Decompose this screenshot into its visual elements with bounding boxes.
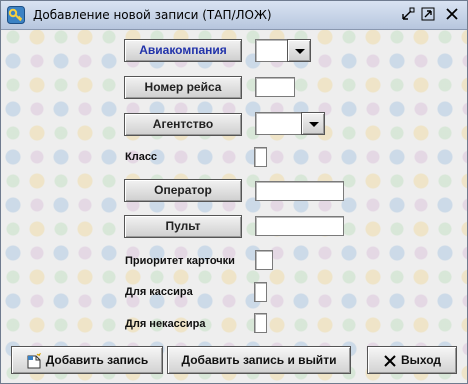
airline-dropdown-button[interactable] bbox=[287, 39, 311, 62]
desk-input[interactable] bbox=[255, 216, 344, 236]
for-non-cashier-label: Для некассира bbox=[125, 318, 206, 330]
key-icon bbox=[7, 6, 25, 24]
maximize-icon[interactable] bbox=[421, 7, 435, 21]
class-input[interactable] bbox=[254, 147, 267, 167]
flight-number-input[interactable] bbox=[255, 77, 295, 97]
operator-button[interactable]: Оператор bbox=[124, 179, 242, 202]
close-icon[interactable] bbox=[445, 7, 459, 21]
for-cashier-label: Для кассира bbox=[125, 286, 193, 298]
minimize-icon[interactable] bbox=[401, 7, 415, 21]
title-bar[interactable]: Добавление новой записи (ТАП/ЛОЖ) bbox=[1, 1, 467, 30]
x-icon bbox=[384, 355, 396, 367]
airline-combo-input[interactable] bbox=[255, 39, 289, 62]
desk-button[interactable]: Пульт bbox=[124, 215, 242, 238]
for-cashier-input[interactable] bbox=[254, 282, 267, 302]
add-record-button[interactable]: Добавить запись bbox=[11, 346, 163, 374]
dialog-window: Добавление новой записи (ТАП/ЛОЖ) Авиако… bbox=[0, 0, 468, 384]
agency-button[interactable]: Агентство bbox=[124, 113, 242, 136]
flight-number-button[interactable]: Номер рейса bbox=[124, 76, 242, 99]
class-label: Класс bbox=[125, 151, 158, 163]
for-non-cashier-input[interactable] bbox=[254, 313, 267, 333]
agency-combo-input[interactable] bbox=[255, 112, 303, 135]
exit-button[interactable]: Выход bbox=[367, 346, 457, 374]
card-priority-input[interactable] bbox=[255, 250, 273, 270]
new-document-icon bbox=[27, 352, 41, 369]
airline-button[interactable]: Авиакомпания bbox=[124, 39, 242, 62]
card-priority-label: Приоритет карточки bbox=[125, 255, 235, 267]
operator-input[interactable] bbox=[255, 181, 344, 201]
add-record-and-exit-label: Добавить запись и выйти bbox=[181, 353, 337, 367]
window-title: Добавление новой записи (ТАП/ЛОЖ) bbox=[33, 8, 272, 22]
add-record-and-exit-button[interactable]: Добавить запись и выйти bbox=[167, 346, 351, 374]
agency-dropdown-button[interactable] bbox=[301, 112, 325, 135]
add-record-label: Добавить запись bbox=[45, 353, 149, 367]
exit-label: Выход bbox=[400, 353, 442, 367]
